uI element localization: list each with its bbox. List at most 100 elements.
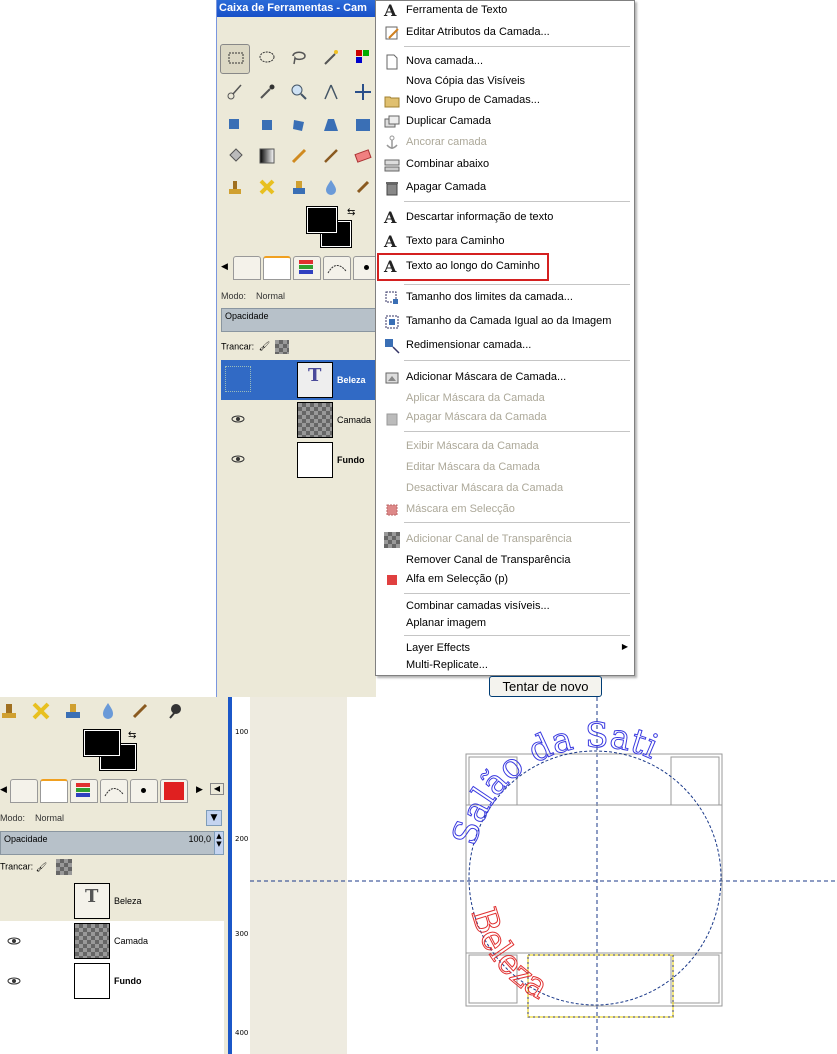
menu-item-redimensionar[interactable]: Redimensionar camada... — [376, 336, 634, 356]
color-swatches[interactable]: ⇆ — [83, 729, 144, 775]
menu-item-mascara-selecao[interactable]: Máscara em Selecção — [376, 500, 634, 520]
menu-item-nova-camada[interactable]: Nova camada... — [376, 52, 634, 72]
layer-row[interactable]: Camada — [221, 400, 377, 440]
vertical-ruler[interactable]: 100 200 300 400 — [228, 697, 250, 1054]
blur-tool[interactable] — [316, 174, 346, 204]
image-canvas[interactable]: Salão da Sati Beleza — [250, 697, 837, 1054]
tab-layers[interactable] — [263, 256, 291, 280]
tab-scroll-right-icon[interactable]: ▶ — [196, 785, 203, 795]
flip-tool[interactable] — [348, 112, 378, 142]
menu-item-multi-replicate[interactable]: Multi-Replicate... — [376, 656, 634, 676]
eye-icon[interactable] — [231, 455, 245, 463]
color-picker-tool[interactable] — [252, 79, 282, 109]
menu-item-alfa-selecao[interactable]: Alfa em Selecção (p) — [376, 570, 634, 590]
layer-row[interactable]: T Beleza — [0, 881, 224, 921]
perspective-clone-tool[interactable] — [284, 174, 314, 204]
menu-item-camada-igual-imagem[interactable]: Tamanho da Camada Igual ao da Imagem — [376, 312, 634, 332]
clone-tool[interactable] — [220, 174, 250, 204]
mode-dropdown-arrow-icon[interactable]: ▼ — [206, 810, 222, 826]
ellipse-select-tool[interactable] — [252, 44, 282, 74]
lock-alpha-icon[interactable] — [275, 340, 290, 354]
lock-alpha-icon[interactable] — [56, 859, 73, 875]
layer-row[interactable]: Fundo — [0, 961, 224, 1001]
align-tool[interactable] — [220, 112, 250, 142]
menu-item-apagar-camada[interactable]: Apagar Camada — [376, 178, 634, 198]
opacity-spin-icon[interactable]: ▲ ▼ — [214, 831, 224, 855]
swap-colors-icon[interactable]: ⇆ — [128, 730, 136, 741]
menu-item-descartar-texto[interactable]: A Descartar informação de texto — [376, 208, 634, 228]
tab-palettes[interactable] — [160, 779, 188, 803]
measure-tool[interactable] — [316, 79, 346, 109]
lasso-tool[interactable] — [284, 44, 314, 74]
foreground-color[interactable] — [83, 729, 121, 757]
tab-scroll-left-icon[interactable]: ◀ — [221, 262, 228, 272]
tab-layers-1[interactable] — [233, 256, 261, 280]
menu-item-editar-atributos[interactable]: Editar Atributos da Camada... — [376, 23, 634, 43]
mode-value[interactable]: Normal — [256, 291, 285, 301]
dock-menu-icon[interactable]: ◀ — [210, 783, 224, 795]
fuzzy-select-tool[interactable] — [316, 44, 346, 74]
eye-icon[interactable] — [7, 977, 21, 985]
pencil-tool[interactable] — [284, 143, 314, 173]
menu-item-remover-canal-transparencia[interactable]: Remover Canal de Transparência — [376, 551, 634, 571]
tab-channels[interactable] — [293, 256, 321, 280]
eye-icon[interactable] — [231, 415, 245, 423]
eraser-tool[interactable] — [348, 143, 378, 173]
tab-channels[interactable] — [70, 779, 98, 803]
menu-item-nova-copia-visiveis[interactable]: Nova Cópia das Visíveis — [376, 72, 634, 92]
menu-item-editar-mascara[interactable]: Editar Máscara da Camada — [376, 458, 634, 478]
menu-item-texto-para-caminho[interactable]: A Texto para Caminho — [376, 232, 634, 252]
menu-item-desactivar-mascara[interactable]: Desactivar Máscara da Camada — [376, 479, 634, 499]
menu-item-apagar-mascara[interactable]: Apagar Máscara da Camada — [376, 408, 634, 428]
color-swatches[interactable]: ⇆ — [306, 206, 367, 252]
menu-item-adicionar-mascara[interactable]: Adicionar Máscara de Camada... — [376, 368, 634, 388]
layer-name: Camada — [114, 936, 149, 946]
eyedropper-icon — [260, 84, 275, 99]
tab-paths[interactable] — [100, 779, 128, 803]
heal-tool[interactable] — [252, 174, 282, 204]
menu-item-tamanho-limites[interactable]: Tamanho dos limites da camada... — [376, 288, 634, 308]
blend-tool[interactable] — [252, 143, 282, 173]
opacity-slider[interactable]: Opacidade 100,0 — [0, 831, 216, 855]
bucket-fill-tool[interactable] — [220, 143, 250, 173]
menu-item-combinar-abaixo[interactable]: Combinar abaixo — [376, 155, 634, 175]
eye-icon[interactable] — [7, 937, 21, 945]
rect-select-tool[interactable] — [220, 44, 250, 74]
menu-item-ferramenta-texto[interactable]: A Ferramenta de Texto — [376, 1, 634, 21]
menu-item-novo-grupo[interactable]: Novo Grupo de Camadas... — [376, 91, 634, 111]
layer-row[interactable]: T Beleza — [221, 360, 377, 400]
menu-item-duplicar[interactable]: Duplicar Camada — [376, 112, 634, 132]
swap-colors-icon[interactable]: ⇆ — [347, 207, 355, 218]
tab-layers-1[interactable] — [10, 779, 38, 803]
mode-value[interactable]: Normal — [35, 813, 64, 823]
zoom-tool[interactable] — [284, 79, 314, 109]
lock-pixels-icon[interactable]: 🖌 — [259, 341, 271, 353]
foreground-color[interactable] — [306, 206, 338, 234]
paintbrush-tool[interactable] — [316, 143, 346, 173]
menu-item-exibir-mascara[interactable]: Exibir Máscara da Camada — [376, 437, 634, 457]
color-select-tool[interactable] — [348, 44, 378, 74]
rotate-tool[interactable] — [284, 112, 314, 142]
toolbox-title[interactable]: Caixa de Ferramentas - Cam — [217, 0, 377, 17]
perspective-tool[interactable] — [316, 112, 346, 142]
opacity-slider[interactable]: Opacidade — [221, 308, 377, 332]
tab-brushes[interactable] — [130, 779, 158, 803]
tab-scroll-left-icon[interactable]: ◀ — [0, 785, 7, 795]
layer-row[interactable]: Fundo — [221, 440, 377, 480]
menu-item-adicionar-canal-transparencia[interactable]: Adicionar Canal de Transparência — [376, 530, 634, 550]
menu-item-aplicar-mascara[interactable]: Aplicar Máscara da Camada — [376, 389, 634, 409]
move-tool[interactable] — [348, 79, 378, 109]
menu-item-aplanar-imagem[interactable]: Aplanar imagem — [376, 614, 634, 634]
layer-to-image-icon — [385, 315, 399, 329]
canvas-drawing[interactable]: Salão da Sati Beleza — [250, 697, 837, 1054]
retry-button[interactable]: Tentar de novo — [489, 676, 602, 697]
smudge-tool[interactable] — [348, 174, 378, 204]
tab-layers[interactable] — [40, 779, 68, 803]
lock-pixels-icon[interactable]: 🖌 — [36, 862, 50, 873]
crop-tool[interactable] — [252, 112, 282, 142]
menu-item-ancorar[interactable]: Ancorar camada — [376, 133, 634, 153]
scissors-tool[interactable] — [220, 79, 250, 109]
tab-paths[interactable] — [323, 256, 351, 280]
visibility-toggle[interactable] — [225, 366, 251, 392]
layer-row[interactable]: Camada — [0, 921, 224, 961]
